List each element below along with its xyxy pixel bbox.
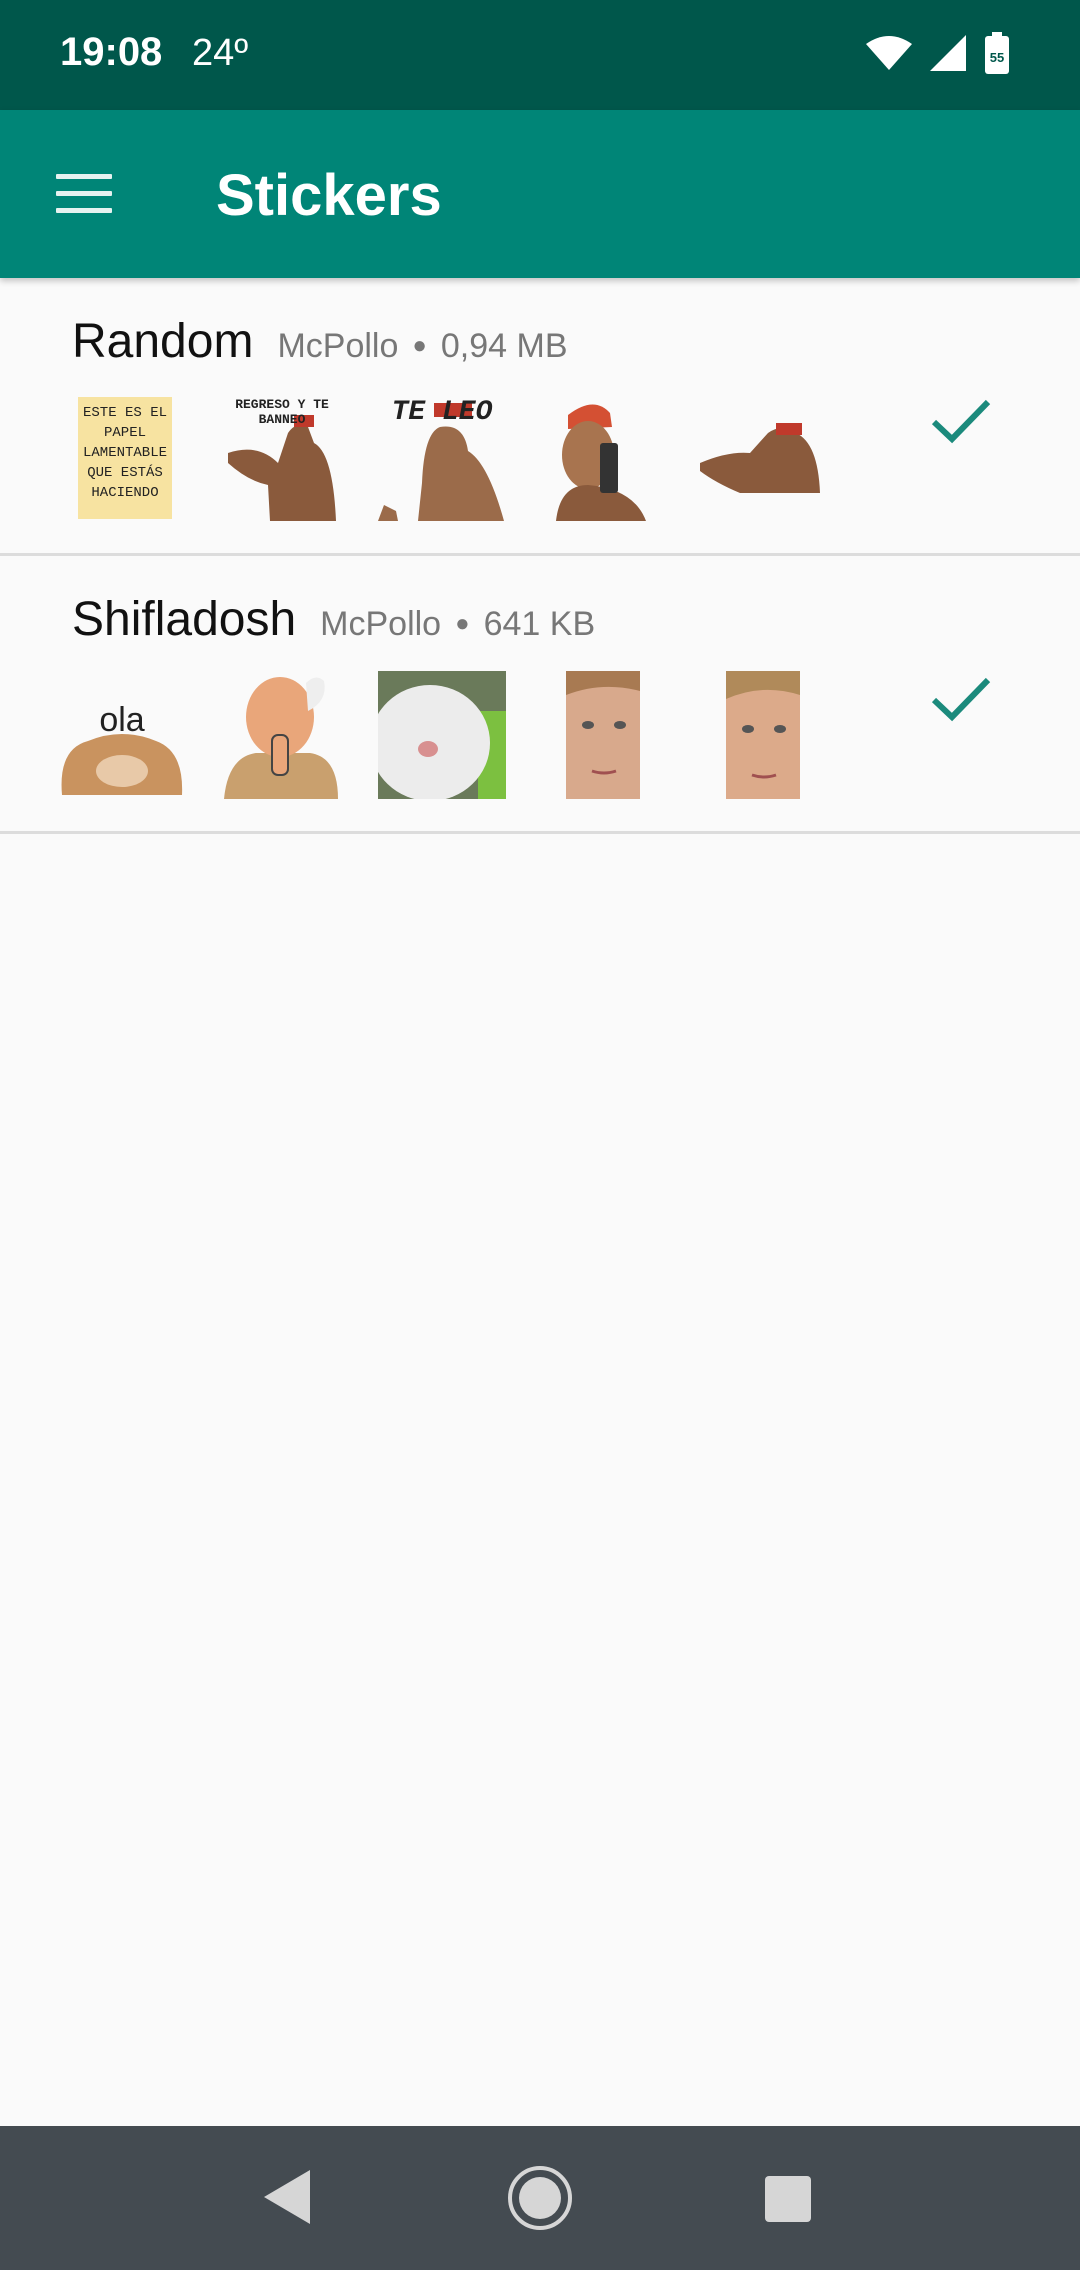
sticker-thumbnail: ola xyxy=(58,671,186,799)
pack-header: Shifladosh McPollo ● 641 KB xyxy=(72,592,595,647)
pack-name: Random xyxy=(72,315,254,368)
sticker-caption: REGRESO Y TE BANNEO xyxy=(235,397,329,427)
sticker-caption: TE LEO xyxy=(391,397,493,428)
sticker-thumbnail xyxy=(538,671,666,799)
sticker-preview-row: ola xyxy=(58,671,826,799)
status-icons: 55 xyxy=(866,32,1010,74)
hamburger-menu-icon[interactable] xyxy=(56,174,112,214)
app-bar: Stickers xyxy=(0,110,1080,278)
sticker-thumbnail xyxy=(218,671,346,799)
home-icon[interactable] xyxy=(506,2164,574,2232)
cellular-signal-icon xyxy=(930,35,966,71)
sticker-thumbnail xyxy=(538,393,666,521)
check-icon xyxy=(931,399,991,444)
page-title: Stickers xyxy=(216,163,442,228)
sticker-caption: ola xyxy=(99,701,145,739)
pack-header: Random McPollo ● 0,94 MB xyxy=(72,314,568,369)
status-temperature: 24º xyxy=(192,32,249,74)
sticker-thumbnail: ESTE ES EL PAPEL LAMENTABLE QUE ESTÁS HA… xyxy=(58,393,186,521)
sticker-thumbnail: TE LEO xyxy=(378,393,506,521)
back-icon[interactable] xyxy=(264,2170,310,2224)
status-bar: 19:08 24º 55 xyxy=(0,0,1080,110)
pack-publisher: McPollo xyxy=(320,605,442,643)
battery-icon: 55 xyxy=(985,32,1009,74)
wifi-icon xyxy=(866,36,912,70)
system-nav-bar xyxy=(0,2126,1080,2270)
battery-level-text: 55 xyxy=(990,50,1004,65)
sticker-preview-row: ESTE ES EL PAPEL LAMENTABLE QUE ESTÁS HA… xyxy=(58,393,826,521)
sticker-pack-shifladosh[interactable]: Shifladosh McPollo ● 641 KB ola xyxy=(0,556,1080,834)
check-icon xyxy=(931,677,991,722)
sticker-thumbnail xyxy=(378,671,506,799)
separator-dot: ● xyxy=(412,332,427,359)
status-time: 19:08 xyxy=(60,30,163,74)
recents-icon[interactable] xyxy=(765,2176,811,2222)
sticker-thumbnail xyxy=(698,393,826,521)
pack-size: 0,94 MB xyxy=(440,327,568,365)
sticker-thumbnail: REGRESO Y TE BANNEO xyxy=(218,393,346,521)
separator-dot: ● xyxy=(455,610,470,637)
pack-publisher: McPollo xyxy=(277,327,399,365)
sticker-pack-random[interactable]: Random McPollo ● 0,94 MB ESTE ES EL PAPE… xyxy=(0,278,1080,556)
pack-size: 641 KB xyxy=(483,605,596,643)
pack-name: Shifladosh xyxy=(72,593,297,646)
sticker-caption: ESTE ES EL PAPEL LAMENTABLE QUE ESTÁS HA… xyxy=(82,405,167,501)
sticker-thumbnail xyxy=(698,671,826,799)
